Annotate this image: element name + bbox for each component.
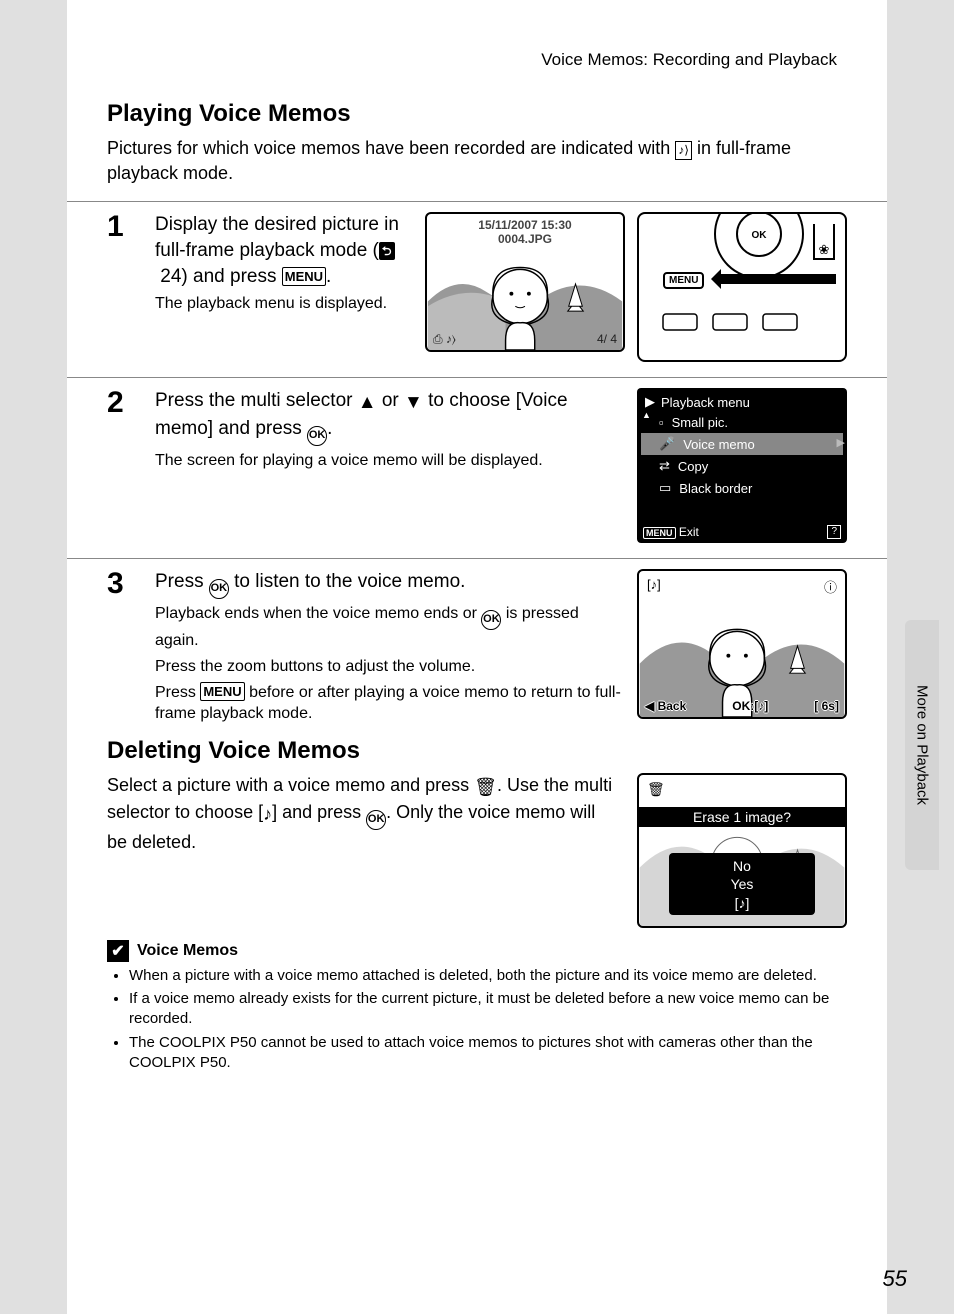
scroll-up-icon: ▲ xyxy=(642,410,651,420)
section-intro: Pictures for which voice memos have been… xyxy=(107,136,847,186)
menu-item-voicememo: Voice memo xyxy=(683,437,755,452)
ok-button-icon: OK xyxy=(307,426,327,446)
ok-button-icon: OK xyxy=(481,610,501,630)
step-number: 3 xyxy=(107,569,143,724)
lcd-screenshot-fullframe: 15/11/2007 15:30 0004.JPG ⎙ ♪⟩ 4/ 4 xyxy=(425,212,625,352)
help-icon: ? xyxy=(827,525,841,539)
notes-section: ✔ Voice Memos When a picture with a voic… xyxy=(107,940,847,1073)
step3-sub3: Press MENU before or after playing a voi… xyxy=(155,682,625,725)
step-1: 1 Display the desired picture in full-fr… xyxy=(107,212,847,362)
menu-item-smallpic: Small pic. xyxy=(672,415,728,430)
step2-instruction: Press the multi selector or to choose [V… xyxy=(155,388,625,446)
step3-sub1: Playback ends when the voice memo ends o… xyxy=(155,603,625,652)
svg-text:OK: OK xyxy=(752,230,768,241)
menu-title: Playback menu xyxy=(661,395,750,410)
page-ref-icon: ⮌ xyxy=(379,242,395,260)
menu-key-label: MENU xyxy=(643,527,676,539)
step-number: 2 xyxy=(107,388,143,543)
time-remaining: [ 6s] xyxy=(814,699,839,713)
lcd-bottom-left-icons: ⎙ ♪⟩ xyxy=(433,332,456,347)
menu-item-blackborder: Black border xyxy=(679,481,752,496)
svg-text:❀: ❀ xyxy=(819,242,830,257)
menu-button-glyph: MENU xyxy=(282,267,326,287)
small-pic-icon: ▫ xyxy=(659,415,664,430)
section-thumb-tab: More on Playback xyxy=(905,620,939,870)
step-3: 3 Press OK to listen to the voice memo. … xyxy=(107,569,847,724)
playback-icon: ▶ xyxy=(645,394,655,410)
lcd-playback-menu: ▶ Playback menu ▲ ▫ Small pic. 🎤 Voice mem… xyxy=(637,388,847,543)
back-label: ◀ Back xyxy=(645,699,686,713)
ok-overlay: OK xyxy=(732,699,750,713)
camera-menu-button: MENU xyxy=(663,272,704,289)
copy-icon: ⇄ xyxy=(659,458,670,474)
exit-label: Exit xyxy=(679,525,699,539)
divider xyxy=(67,201,887,202)
running-header: Voice Memos: Recording and Playback xyxy=(107,50,847,70)
mic-icon: 🎤 xyxy=(659,436,675,452)
arrow-pointing-menu-icon xyxy=(711,264,841,294)
page-number: 55 xyxy=(883,1266,907,1292)
option-voice-memo-icon: [♪] xyxy=(669,893,815,911)
section-title-playing: Playing Voice Memos xyxy=(107,100,847,128)
note-bullet: The COOLPIX P50 cannot be used to attach… xyxy=(129,1033,847,1074)
section-title-deleting: Deleting Voice Memos xyxy=(107,737,847,765)
divider xyxy=(67,377,887,378)
intro-text-a: Pictures for which voice memos have been… xyxy=(107,138,675,158)
manual-page: Voice Memos: Recording and Playback Play… xyxy=(67,0,887,1314)
step-number: 1 xyxy=(107,212,143,362)
down-triangle-icon xyxy=(404,390,423,416)
border-icon: ▭ xyxy=(659,480,671,496)
menu-item-copy: Copy xyxy=(678,459,708,474)
erase-question: Erase 1 image? xyxy=(639,807,845,827)
portrait-illustration xyxy=(427,214,623,350)
up-triangle-icon xyxy=(358,390,377,416)
voice-memo-indicator-icon: ♪⟩ xyxy=(675,141,692,160)
check-icon: ✔ xyxy=(107,940,129,962)
option-yes: Yes xyxy=(669,875,815,893)
step1-instruction: Display the desired picture in full-fram… xyxy=(155,212,413,289)
note-bullet: When a picture with a voice memo attache… xyxy=(129,966,847,986)
option-no: No xyxy=(669,857,815,875)
camera-back-illustration: OK ❀ MENU xyxy=(637,212,847,362)
lcd-counter-a: 4/ xyxy=(597,332,607,346)
ok-button-icon: OK xyxy=(366,810,386,830)
trash-icon: 🗑 xyxy=(474,775,497,800)
note-bullet: If a voice memo already exists for the c… xyxy=(129,989,847,1030)
notes-heading: Voice Memos xyxy=(137,942,238,960)
step3-sub2: Press the zoom buttons to adjust the vol… xyxy=(155,656,625,678)
menu-button-glyph: MENU xyxy=(200,682,244,702)
lcd-counter-b: 4 xyxy=(610,332,617,346)
step2-sub: The screen for playing a voice memo will… xyxy=(155,450,625,472)
step-2: 2 Press the multi selector or to choose … xyxy=(107,388,847,543)
step1-sub: The playback menu is displayed. xyxy=(155,293,413,315)
deleting-body: Select a picture with a voice memo and p… xyxy=(107,773,617,855)
divider xyxy=(67,558,887,559)
step3-instruction: Press OK to listen to the voice memo. xyxy=(155,569,625,599)
ok-button-icon: OK xyxy=(209,579,229,599)
portrait-illustration xyxy=(639,571,845,717)
lcd-delete-dialog: 🗑 Erase 1 image? No Yes [♪] xyxy=(637,773,847,928)
note-bracket-icon: ♪ xyxy=(263,802,272,827)
side-tab-label: More on Playback xyxy=(914,685,931,805)
lcd-voice-playback: [♪] ⓘ ◀ Back OK:[♪] [ 6s] xyxy=(637,569,847,719)
